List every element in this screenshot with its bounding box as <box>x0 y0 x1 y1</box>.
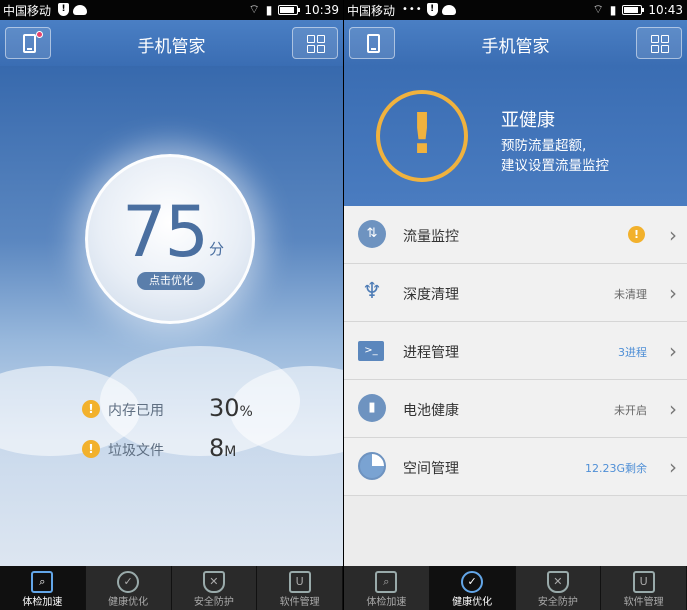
stat-value: 8M <box>209 434 237 462</box>
signal-icon: ▮ <box>609 2 617 17</box>
health-status-panel: ! 亚健康 预防流量超额, 建议设置流量监控 <box>344 66 687 206</box>
health-description: 预防流量超额, 建议设置流量监控 <box>501 138 609 174</box>
warning-icon: ! <box>628 226 645 243</box>
list-item-deep-clean[interactable]: ♆ 深度清理 未清理 › <box>344 264 687 322</box>
score-value: 75 <box>122 191 209 273</box>
tab-checkup[interactable]: ⌕ 体检加速 <box>0 566 86 610</box>
battery-icon: ▮ <box>358 394 386 422</box>
overview-panel: 75 分 点击优化 ! 内存已用 30% ! 垃圾文件 8M <box>0 66 343 566</box>
tab-software[interactable]: U 软件管理 <box>257 566 343 610</box>
signal-icon: ▮ <box>265 2 273 17</box>
tab-security[interactable]: ✕ 安全防护 <box>172 566 258 610</box>
process-icon: >_ <box>358 341 384 361</box>
screen-overview: 中国移动 ! ⌔ ▮ 10:39 手机管家 75 分 点击优化 ! 内存已用 3… <box>0 0 343 610</box>
junk-stat: ! 垃圾文件 8M <box>82 434 282 464</box>
clock: 10:39 <box>304 2 339 17</box>
list-item-label: 电池健康 <box>403 403 459 419</box>
bottom-nav: ⌕ 体检加速 ✓ 健康优化 ✕ 安全防护 U 软件管理 <box>0 566 343 610</box>
tab-software[interactable]: U 软件管理 <box>601 566 687 610</box>
stat-label: 垃圾文件 <box>108 443 164 459</box>
title-bar: 手机管家 <box>0 20 343 66</box>
list-item-status: 未开启 <box>614 404 647 417</box>
chevron-right-icon: › <box>669 281 677 305</box>
bottom-nav: ⌕ 体检加速 ✓ 健康优化 ✕ 安全防护 U 软件管理 <box>344 566 687 610</box>
stat-label: 内存已用 <box>108 403 164 419</box>
warning-icon: ! <box>82 440 100 458</box>
list-item-status: 未清理 <box>614 288 647 301</box>
wifi-icon: ⌔ <box>248 2 260 16</box>
menu-grid-button[interactable] <box>636 27 682 59</box>
tab-health[interactable]: ✓ 健康优化 <box>429 566 516 610</box>
shield-icon: ✕ <box>202 571 225 593</box>
android-icon <box>73 4 87 15</box>
grid-icon <box>651 35 669 53</box>
list-item-status: 3进程 <box>618 346 647 359</box>
optimization-list: ⇅ 流量监控 ! › ♆ 深度清理 未清理 › >_ 进程管理 3进程 › ▮ … <box>344 206 687 566</box>
clock: 10:43 <box>648 2 683 17</box>
chevron-right-icon: › <box>669 397 677 421</box>
android-icon <box>441 4 456 15</box>
shield-notification-icon: ! <box>426 3 438 16</box>
health-title: 亚健康 <box>501 110 555 131</box>
bag-icon: U <box>288 571 311 593</box>
list-item-label: 空间管理 <box>403 461 459 477</box>
list-item-label: 深度清理 <box>403 287 459 303</box>
chevron-right-icon: › <box>669 339 677 363</box>
screen-health: 中国移动 ••• ! ⌔ ▮ 10:43 手机管家 ! 亚健康 预防流量超额, … <box>344 0 687 610</box>
list-item-battery[interactable]: ▮ 电池健康 未开启 › <box>344 380 687 438</box>
magnifier-icon: ⌕ <box>375 571 398 593</box>
list-item-traffic[interactable]: ⇅ 流量监控 ! › <box>344 206 687 264</box>
tab-security[interactable]: ✕ 安全防护 <box>516 566 602 610</box>
shield-notification-icon: ! <box>58 3 69 16</box>
memory-stat: ! 内存已用 30% <box>82 394 282 424</box>
bag-icon: U <box>632 571 655 593</box>
tab-health[interactable]: ✓ 健康优化 <box>86 566 172 610</box>
exclamation-icon: ! <box>376 90 468 182</box>
list-item-storage[interactable]: 空间管理 12.23G剩余 › <box>344 438 687 496</box>
status-bar: 中国移动 ! ⌔ ▮ 10:39 <box>0 0 343 20</box>
battery-icon <box>622 4 645 15</box>
broom-icon: ♆ <box>362 279 382 304</box>
stat-value: 30% <box>209 394 253 422</box>
carrier-label: 中国移动 <box>347 4 396 18</box>
wifi-icon: ⌔ <box>592 2 604 16</box>
check-circle-icon: ✓ <box>117 571 140 593</box>
grid-icon <box>307 35 325 53</box>
score-gauge[interactable]: 75 分 点击优化 <box>85 154 255 324</box>
traffic-icon: ⇅ <box>358 220 386 248</box>
list-item-process[interactable]: >_ 进程管理 3进程 › <box>344 322 687 380</box>
list-item-label: 进程管理 <box>403 345 459 361</box>
tab-checkup[interactable]: ⌕ 体检加速 <box>344 566 430 610</box>
warning-icon: ! <box>82 400 100 418</box>
menu-grid-button[interactable] <box>292 27 338 59</box>
magnifier-icon: ⌕ <box>31 571 54 593</box>
more-notifications-icon: ••• <box>402 4 423 15</box>
chevron-right-icon: › <box>669 223 677 247</box>
storage-pie-icon <box>358 452 386 480</box>
chevron-right-icon: › <box>669 455 677 479</box>
status-bar: 中国移动 ••• ! ⌔ ▮ 10:43 <box>344 0 687 20</box>
battery-icon <box>278 4 301 15</box>
list-item-status: 12.23G剩余 <box>584 462 647 475</box>
carrier-label: 中国移动 <box>3 4 52 18</box>
title-bar: 手机管家 <box>344 20 687 66</box>
shield-icon: ✕ <box>546 571 569 593</box>
optimize-button[interactable]: 点击优化 <box>137 272 205 290</box>
check-circle-icon: ✓ <box>461 571 484 593</box>
score-unit: 分 <box>209 240 225 258</box>
list-item-label: 流量监控 <box>403 229 459 245</box>
